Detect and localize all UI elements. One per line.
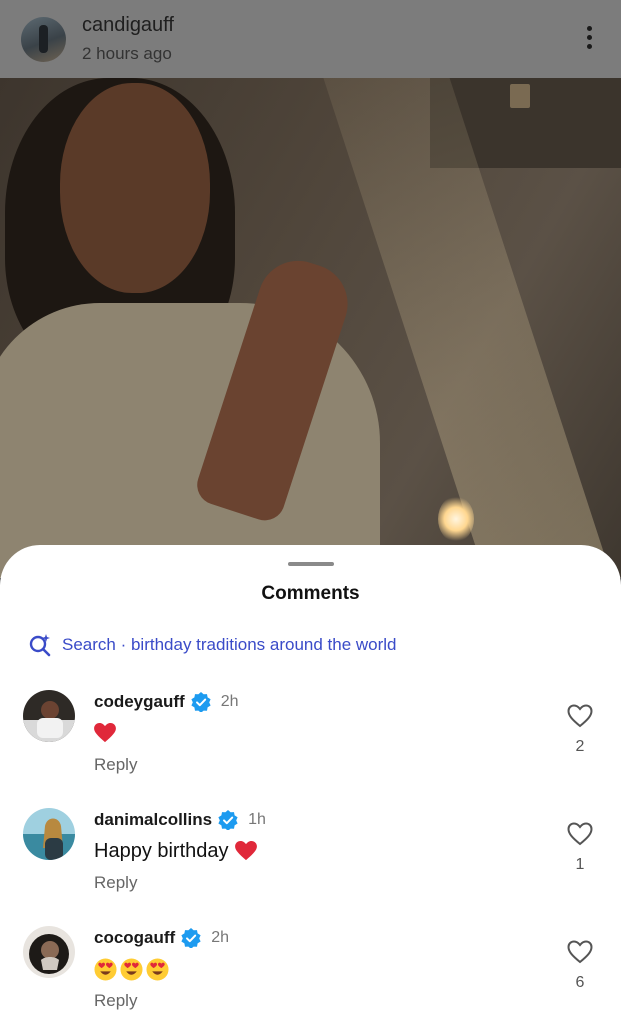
comment-timestamp: 1h <box>248 811 266 828</box>
post-timestamp: 2 hours ago <box>82 44 172 63</box>
search-sparkle-icon <box>29 634 51 657</box>
comment-username[interactable]: cocogauff <box>94 928 175 948</box>
avatar[interactable] <box>23 926 75 978</box>
comment-item: codeygauff 2h Reply 2 <box>0 690 621 800</box>
reply-button[interactable]: Reply <box>94 873 137 893</box>
avatar[interactable] <box>23 690 75 742</box>
post-author-username[interactable]: candigauff <box>82 14 174 37</box>
comment-username[interactable]: codeygauff <box>94 692 185 712</box>
like-count: 2 <box>575 738 585 755</box>
post-photo <box>0 78 621 578</box>
red-heart-emoji-icon <box>234 841 257 861</box>
red-heart-emoji-icon <box>94 723 116 743</box>
comment-text-body: Happy birthday <box>94 839 229 862</box>
heart-eyes-emoji-icon <box>120 957 143 981</box>
comment-text <box>94 718 116 748</box>
comment-item: danimalcollins 1h Happy birthday Reply 1 <box>0 808 621 918</box>
like-count: 6 <box>575 974 585 991</box>
search-suggestion-text: Search · birthday traditions around the … <box>62 635 397 654</box>
comments-sheet: Comments Search · birthday traditions ar… <box>0 545 621 1024</box>
reply-button[interactable]: Reply <box>94 991 137 1011</box>
verified-badge-icon <box>191 692 211 712</box>
search-suggestion[interactable]: Search · birthday traditions around the … <box>28 631 397 659</box>
like-count: 1 <box>575 856 585 873</box>
comment-timestamp: 2h <box>211 929 230 946</box>
reply-button[interactable]: Reply <box>94 755 137 775</box>
comment-timestamp: 2h <box>220 693 239 710</box>
heart-outline-icon[interactable] <box>567 940 593 964</box>
verified-badge-icon <box>181 928 201 948</box>
comment-username[interactable]: danimalcollins <box>94 810 212 830</box>
more-options-icon[interactable] <box>577 26 601 54</box>
comment-text: Happy birthday <box>94 836 257 866</box>
heart-outline-icon[interactable] <box>567 822 593 846</box>
sheet-title: Comments <box>261 583 360 604</box>
comment-item: cocogauff 2h Reply 6 <box>0 926 621 1024</box>
comment-text <box>94 954 172 984</box>
heart-eyes-emoji-icon <box>146 957 169 981</box>
heart-eyes-emoji-icon <box>94 957 117 981</box>
verified-badge-icon <box>218 810 238 830</box>
avatar[interactable] <box>23 808 75 860</box>
heart-outline-icon[interactable] <box>567 704 593 728</box>
post-header: candigauff 2 hours ago <box>0 0 621 78</box>
post-author-avatar[interactable] <box>21 17 66 62</box>
sheet-drag-handle[interactable] <box>288 562 334 566</box>
